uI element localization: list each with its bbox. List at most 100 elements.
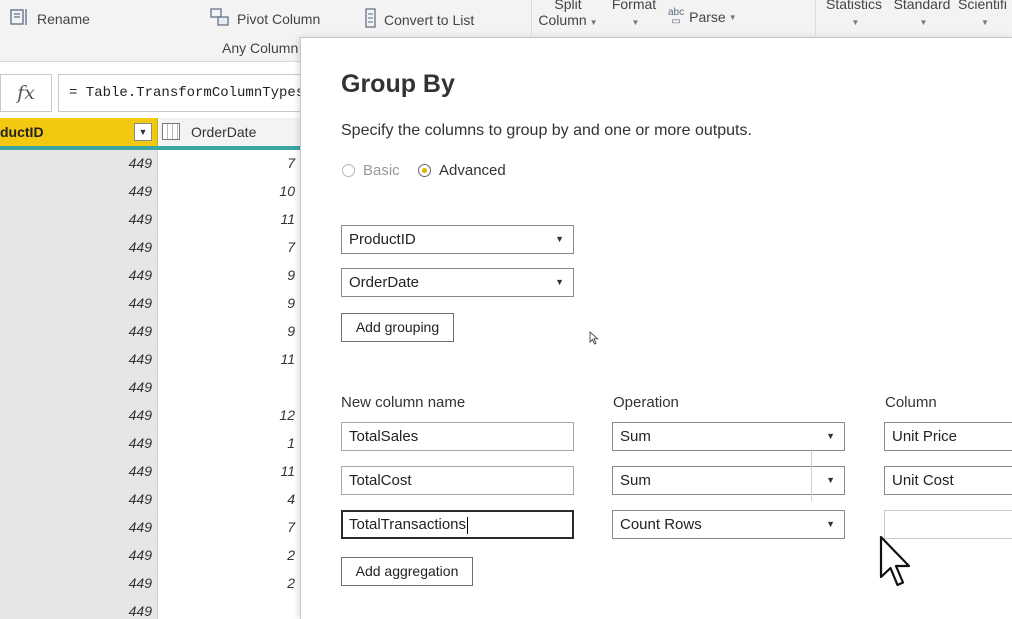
table-row[interactable]: 449 7 [0, 150, 305, 178]
convert-to-list-button[interactable]: Convert to List [365, 8, 474, 31]
productid-cell[interactable]: 449 [0, 570, 158, 598]
productid-cell[interactable]: 449 [0, 290, 158, 318]
table-row[interactable]: 449 9 [0, 262, 305, 290]
orderdate-cell[interactable]: 7 [159, 150, 305, 178]
operation-select-3[interactable]: Count Rows ▼ [612, 510, 845, 539]
orderdate-cell[interactable]: 7 [159, 514, 305, 542]
table-row[interactable]: 449 [0, 374, 305, 402]
grouping-select-value: OrderDate [349, 274, 420, 291]
chevron-down-icon: ▼ [981, 18, 989, 27]
orderdate-cell[interactable]: 11 [159, 346, 305, 374]
column-select-1[interactable]: Unit Price [884, 422, 1012, 451]
grouping-select-1[interactable]: ProductID ▼ [341, 225, 574, 254]
radio-basic-circle[interactable] [342, 164, 355, 177]
orderdate-cell[interactable]: 1 [159, 430, 305, 458]
column-header-productid[interactable]: ductID ▼ [0, 118, 158, 146]
table-row[interactable]: 449 9 [0, 318, 305, 346]
statistics-label: Statistics [825, 0, 882, 12]
grouping-select-2[interactable]: OrderDate ▼ [341, 268, 574, 297]
table-row[interactable]: 449 12 [0, 402, 305, 430]
formula-input[interactable]: = Table.TransformColumnTypes( [58, 74, 318, 112]
column-select-2[interactable]: Unit Cost [884, 466, 1012, 495]
radio-advanced-circle[interactable] [418, 164, 431, 177]
pivot-column-button[interactable]: Pivot Column [210, 8, 320, 29]
aggregation-name-value: TotalTransactions [349, 516, 466, 533]
productid-cell[interactable]: 449 [0, 318, 158, 346]
convert-to-list-label: Convert to List [384, 11, 475, 28]
grid-rows: 449 7 449 10 449 11 449 7 449 9 449 9 449 9 449 11 449 44… [0, 150, 305, 619]
parse-button[interactable]: abc ▭ Parse ▼ [668, 7, 737, 27]
orderdate-cell[interactable]: 7 [159, 234, 305, 262]
operation-select-value: Sum [620, 472, 651, 489]
orderdate-cell[interactable]: 9 [159, 290, 305, 318]
radio-basic[interactable]: Basic [342, 162, 400, 179]
aggregation-name-input-3[interactable]: TotalTransactions [341, 510, 574, 539]
orderdate-cell[interactable]: 9 [159, 262, 305, 290]
productid-cell[interactable]: 449 [0, 178, 158, 206]
scientific-button[interactable]: Scientifi ▼ [958, 0, 1012, 31]
standard-button[interactable]: Standard ▼ [890, 0, 954, 31]
productid-cell[interactable]: 449 [0, 374, 158, 402]
chevron-down-icon: ▼ [728, 12, 737, 22]
table-row[interactable]: 449 9 [0, 290, 305, 318]
chevron-down-icon: ▼ [826, 431, 835, 441]
calendar-icon[interactable] [162, 123, 180, 140]
table-row[interactable]: 449 [0, 598, 305, 619]
split-column-button[interactable]: Split Column ▼ [538, 0, 598, 31]
column-select-value: Unit Price [892, 428, 958, 445]
rename-button[interactable]: Rename [10, 8, 90, 29]
column-select-value: Unit Cost [892, 472, 954, 489]
operation-select-value: Sum [620, 428, 651, 445]
orderdate-cell[interactable]: 2 [159, 570, 305, 598]
aggregation-name-input-1[interactable]: TotalSales [341, 422, 574, 451]
productid-cell[interactable]: 449 [0, 542, 158, 570]
format-button[interactable]: Format ▼ [606, 0, 662, 31]
orderdate-cell[interactable]: 4 [159, 486, 305, 514]
orderdate-cell[interactable]: 11 [159, 206, 305, 234]
table-row[interactable]: 449 2 [0, 542, 305, 570]
filter-dropdown-icon[interactable]: ▼ [134, 123, 152, 141]
table-row[interactable]: 449 7 [0, 514, 305, 542]
add-aggregation-button[interactable]: Add aggregation [341, 557, 473, 586]
parse-icon: abc ▭ [668, 7, 685, 27]
productid-cell[interactable]: 449 [0, 430, 158, 458]
fx-icon[interactable]: fx [0, 74, 52, 112]
table-row[interactable]: 449 10 [0, 178, 305, 206]
chevron-down-icon: ▼ [589, 18, 598, 27]
productid-cell[interactable]: 449 [0, 514, 158, 542]
chevron-down-icon: ▼ [555, 234, 564, 244]
column-header-orderdate[interactable]: OrderDate [159, 118, 305, 146]
table-row[interactable]: 449 7 [0, 234, 305, 262]
orderdate-cell[interactable]: 11 [159, 458, 305, 486]
table-row[interactable]: 449 4 [0, 486, 305, 514]
table-row[interactable]: 449 1 [0, 430, 305, 458]
orderdate-cell[interactable]: 2 [159, 542, 305, 570]
orderdate-cell[interactable]: 10 [159, 178, 305, 206]
orderdate-cell[interactable] [159, 598, 305, 619]
table-row[interactable]: 449 11 [0, 206, 305, 234]
productid-cell[interactable]: 449 [0, 234, 158, 262]
table-row[interactable]: 449 2 [0, 570, 305, 598]
productid-cell[interactable]: 449 [0, 598, 158, 619]
productid-cell[interactable]: 449 [0, 262, 158, 290]
productid-cell[interactable]: 449 [0, 206, 158, 234]
radio-advanced[interactable]: Advanced [418, 162, 506, 179]
data-grid: ductID ▼ OrderDate 449 7 449 10 449 11 449 7 449… [0, 118, 305, 619]
orderdate-cell[interactable]: 12 [159, 402, 305, 430]
add-grouping-button[interactable]: Add grouping [341, 313, 454, 342]
productid-cell[interactable]: 449 [0, 150, 158, 178]
table-row[interactable]: 449 11 [0, 346, 305, 374]
orderdate-cell[interactable]: 9 [159, 318, 305, 346]
chevron-down-icon: ▼ [919, 18, 928, 27]
aggregation-name-input-2[interactable]: TotalCost [341, 466, 574, 495]
operation-select-1[interactable]: Sum ▼ [612, 422, 845, 451]
table-row[interactable]: 449 11 [0, 458, 305, 486]
dialog-title: Group By [341, 70, 455, 98]
rename-icon [10, 8, 30, 29]
productid-cell[interactable]: 449 [0, 486, 158, 514]
orderdate-cell[interactable] [159, 374, 305, 402]
productid-cell[interactable]: 449 [0, 346, 158, 374]
productid-cell[interactable]: 449 [0, 402, 158, 430]
productid-cell[interactable]: 449 [0, 458, 158, 486]
statistics-button[interactable]: Statistics ▼ [822, 0, 886, 31]
